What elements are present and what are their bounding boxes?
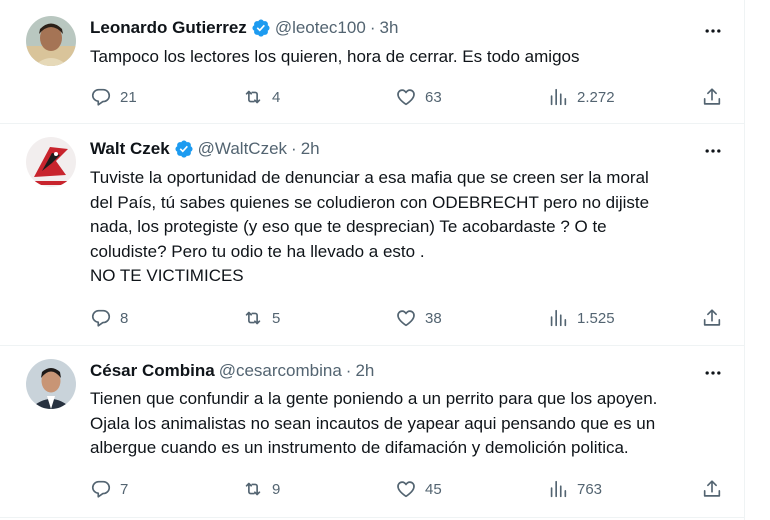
timestamp[interactable]: 3h (379, 17, 398, 39)
share-upload-icon (703, 480, 721, 497)
timestamp[interactable]: 2h (355, 360, 374, 382)
tweet-text: Tampoco los lectores los quieren, hora d… (90, 45, 730, 70)
verified-badge-icon (174, 139, 194, 159)
tweet-header: Walt Czek @WaltCzek · 2h (90, 138, 320, 160)
retweet-button[interactable]: 4 (242, 85, 280, 109)
tweet-feed: Leonardo Gutierrez @leotec100 · 3h Tampo… (0, 0, 745, 520)
tweet-text: Tuviste la oportunidad de denunciar a es… (90, 166, 730, 289)
views-count: 763 (577, 480, 603, 498)
like-button[interactable]: 63 (395, 85, 442, 109)
tweet-text-line: nada, los protegiste (y eso que te despr… (90, 217, 607, 236)
tweet-text-line: del País, tú sabes quienes se coludieron… (90, 192, 650, 212)
tweet[interactable]: César Combina @cesarcombina · 2h Tienen … (0, 346, 745, 518)
author-handle[interactable]: @leotec100 (275, 17, 366, 39)
more-horizontal-icon[interactable] (701, 139, 725, 163)
timestamp[interactable]: 2h (301, 138, 320, 160)
avatar[interactable] (26, 137, 76, 187)
separator-dot: · (345, 361, 352, 380)
reply-bubble-icon (91, 309, 111, 327)
reply-button[interactable]: 7 (90, 477, 128, 501)
tweet-text-line: NO TE VICTIMICES (90, 266, 244, 285)
views-bar-chart-icon (550, 309, 567, 327)
reply-button[interactable]: 21 (90, 85, 137, 109)
author-handle[interactable]: @WaltCzek (198, 138, 287, 160)
like-button[interactable]: 38 (395, 306, 442, 330)
verified-badge-icon (251, 18, 271, 38)
tweet-text-line: coludiste? Pero tu odio te ha llevado a … (90, 241, 425, 261)
action-bar: 8 5 38 1.525 (90, 306, 740, 330)
separator-dot: · (291, 139, 297, 158)
retweet-count: 5 (272, 309, 281, 327)
tweet[interactable]: Walt Czek @WaltCzek · 2h Tuviste la opor… (0, 124, 745, 346)
reply-count: 8 (120, 309, 129, 327)
tweet-header: César Combina @cesarcombina · 2h (90, 360, 374, 382)
tweet-header: Leonardo Gutierrez @leotec100 · 3h (90, 17, 398, 39)
share-button[interactable] (701, 306, 723, 330)
heart-icon (397, 481, 415, 498)
tweet-text-line: albergue cuando es un instrumento de dif… (90, 438, 629, 457)
views-bar-chart-icon (550, 480, 567, 498)
views-button[interactable]: 2.272 (547, 85, 615, 109)
views-bar-chart-icon (550, 88, 567, 106)
reply-count: 21 (120, 88, 137, 106)
retweet-count: 4 (272, 88, 281, 106)
more-horizontal-icon[interactable] (701, 19, 725, 43)
more-horizontal-icon[interactable] (701, 361, 725, 385)
reply-bubble-icon (91, 88, 111, 106)
retweet-button[interactable]: 9 (242, 477, 280, 501)
views-count: 2.272 (577, 88, 615, 106)
heart-icon (397, 310, 415, 327)
retweet-icon (245, 311, 261, 325)
tweet-text: Tienen que confundir a la gente poniendo… (90, 387, 730, 461)
heart-icon (397, 89, 415, 106)
reply-bubble-icon (91, 480, 111, 498)
share-button[interactable] (701, 477, 723, 501)
reply-count: 7 (120, 480, 129, 498)
views-count: 1.525 (577, 309, 615, 327)
author-name[interactable]: Walt Czek (90, 138, 170, 160)
author-name[interactable]: César Combina (90, 360, 215, 382)
tweet-text-line: Ojala los animalistas no sean incautos d… (90, 413, 656, 433)
views-button[interactable]: 763 (547, 477, 602, 501)
like-count: 38 (425, 309, 442, 327)
share-upload-icon (703, 88, 721, 105)
tweet-text-line: Tienen que confundir a la gente poniendo… (90, 389, 658, 408)
separator-dot: · (369, 18, 376, 37)
avatar[interactable] (26, 359, 76, 409)
author-name[interactable]: Leonardo Gutierrez (90, 17, 247, 39)
retweet-icon (245, 482, 261, 496)
avatar[interactable] (26, 16, 76, 66)
tweet-text-line: Tampoco los lectores los quieren, hora d… (90, 47, 580, 66)
like-button[interactable]: 45 (395, 477, 442, 501)
action-bar: 7 9 45 763 (90, 477, 740, 501)
retweet-button[interactable]: 5 (242, 306, 280, 330)
tweet-text-line: Tuviste la oportunidad de denunciar a es… (90, 168, 649, 187)
views-button[interactable]: 1.525 (547, 306, 615, 330)
like-count: 63 (425, 88, 442, 106)
retweet-icon (245, 90, 261, 104)
share-upload-icon (703, 309, 721, 326)
share-button[interactable] (701, 85, 723, 109)
author-handle[interactable]: @cesarcombina (219, 360, 342, 382)
reply-button[interactable]: 8 (90, 306, 128, 330)
like-count: 45 (425, 480, 442, 498)
action-bar: 21 4 63 2.272 (90, 85, 740, 109)
tweet[interactable]: Leonardo Gutierrez @leotec100 · 3h Tampo… (0, 0, 745, 124)
retweet-count: 9 (272, 480, 281, 498)
